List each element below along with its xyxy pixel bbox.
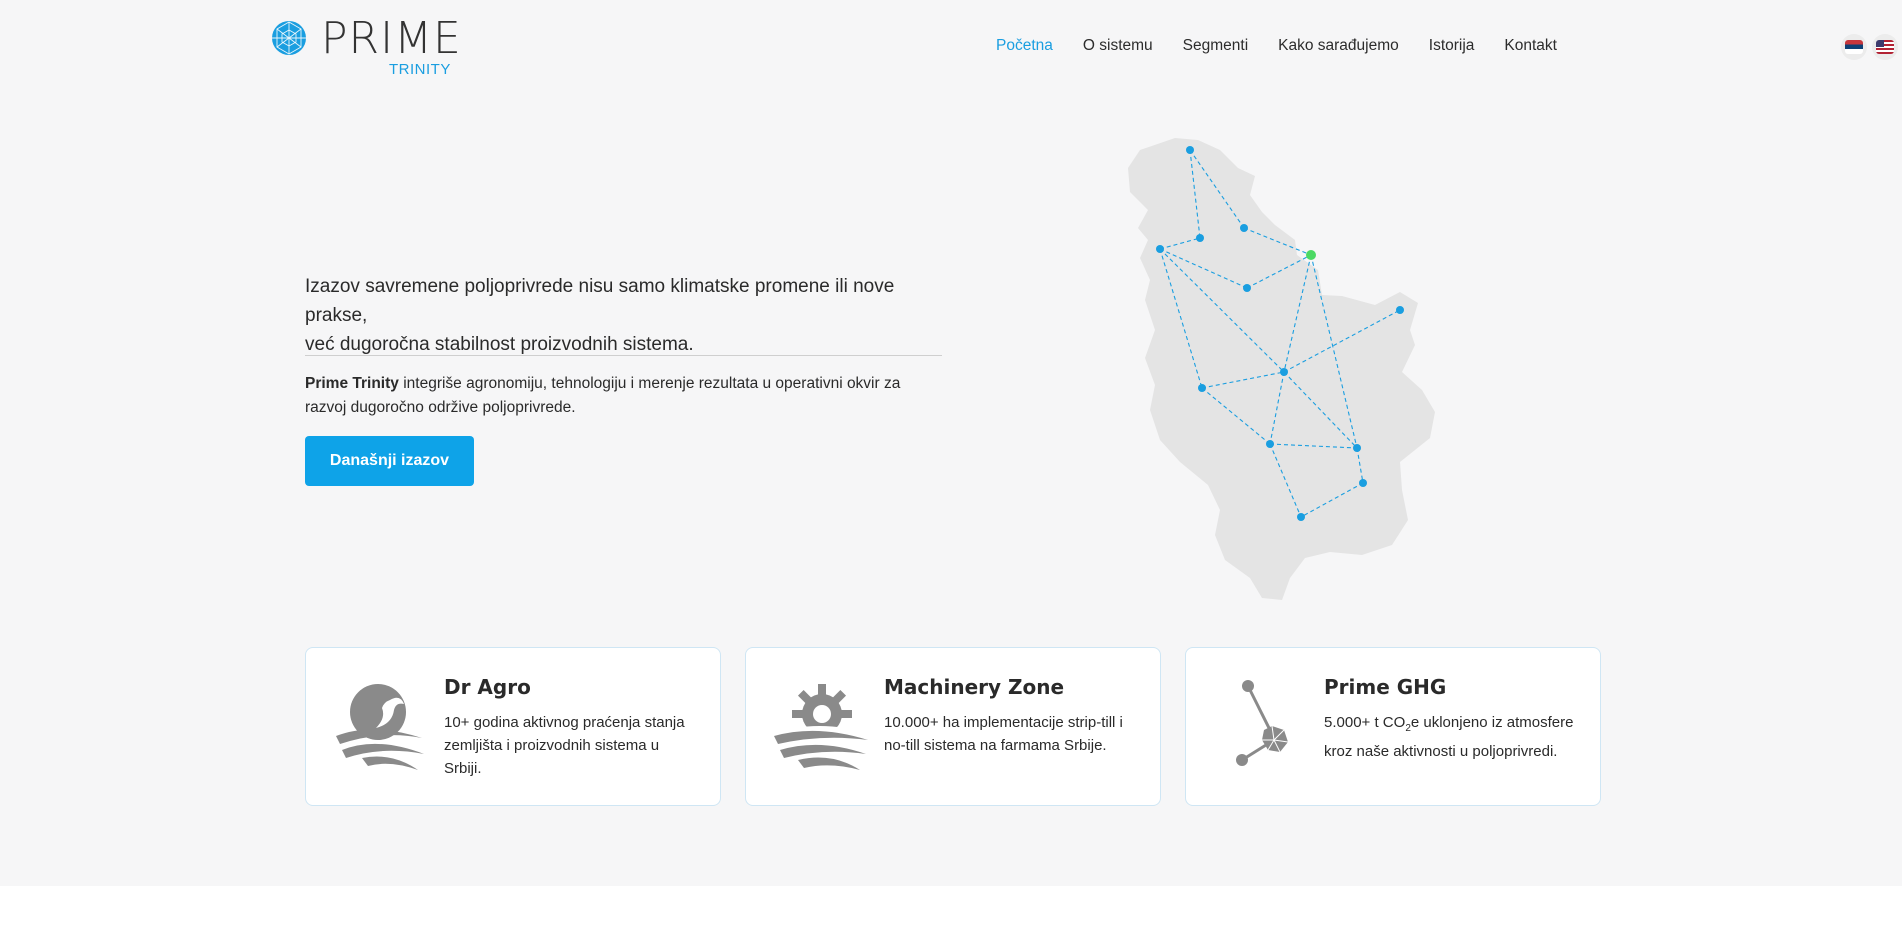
danasnji-izazov-button[interactable]: Današnji izazov bbox=[305, 436, 474, 486]
nav-item-segmenti[interactable]: Segmenti bbox=[1183, 37, 1248, 55]
globe-logo-icon bbox=[272, 21, 306, 55]
card-machinery-zone[interactable]: Machinery Zone 10.000+ ha implementacije… bbox=[745, 647, 1161, 806]
map-node bbox=[1240, 224, 1248, 232]
page: PRIME TRINITY Početna O sistemu Segmenti… bbox=[0, 0, 1902, 947]
hero-body: Prime Trinity integriše agronomiju, tehn… bbox=[305, 372, 945, 420]
hero-lead-line-1: Izazov savremene poljoprivrede nisu samo… bbox=[305, 276, 895, 326]
map-node bbox=[1353, 444, 1361, 452]
card-desc-pre: 5.000+ t CO bbox=[1324, 714, 1406, 731]
hero-divider bbox=[305, 355, 942, 356]
map-node bbox=[1196, 234, 1204, 242]
hero-body-brand: Prime Trinity bbox=[305, 375, 399, 392]
map-node bbox=[1186, 146, 1194, 154]
main-nav: Početna O sistemu Segmenti Kako sarađuje… bbox=[996, 37, 1587, 55]
map-node bbox=[1359, 479, 1367, 487]
nav-item-istorija[interactable]: Istorija bbox=[1429, 37, 1475, 55]
carbon-molecule-icon bbox=[1236, 680, 1289, 766]
logo[interactable]: PRIME TRINITY bbox=[271, 13, 462, 79]
map-node-highlight bbox=[1306, 250, 1316, 260]
nav-item-o-sistemu[interactable]: O sistemu bbox=[1083, 37, 1153, 55]
map-node bbox=[1396, 306, 1404, 314]
map-node bbox=[1243, 284, 1251, 292]
logo-prime-text: PRIME bbox=[321, 13, 462, 64]
hero-lead: Izazov savremene poljoprivrede nisu samo… bbox=[305, 272, 945, 359]
nav-item-pocetna[interactable]: Početna bbox=[996, 37, 1053, 55]
serbian-flag-icon[interactable] bbox=[1841, 34, 1867, 60]
nav-item-kontakt[interactable]: Kontakt bbox=[1504, 37, 1557, 55]
language-switcher bbox=[1841, 34, 1902, 60]
map-node bbox=[1156, 245, 1164, 253]
card-title: Prime GHG bbox=[1324, 675, 1447, 699]
map-node bbox=[1198, 384, 1206, 392]
gear-field-icon bbox=[772, 684, 872, 770]
card-description: 5.000+ t CO2e uklonjeno iz atmosfere kro… bbox=[1324, 711, 1574, 763]
card-prime-ghg[interactable]: Prime GHG 5.000+ t CO2e uklonjeno iz atm… bbox=[1185, 647, 1601, 806]
card-title: Machinery Zone bbox=[884, 675, 1065, 699]
map-node bbox=[1297, 513, 1305, 521]
nav-item-kako-saradjujemo[interactable]: Kako sarađujemo bbox=[1278, 37, 1399, 55]
logo-trinity-text: TRINITY bbox=[389, 61, 451, 78]
map-node bbox=[1266, 440, 1274, 448]
card-dr-agro[interactable]: Dr Agro 10+ godina aktivnog praćenja sta… bbox=[305, 647, 721, 806]
farm-bird-icon bbox=[336, 684, 424, 770]
logo-wordmark: PRIME TRINITY bbox=[321, 13, 462, 79]
card-description: 10.000+ ha implementacije strip-till i n… bbox=[884, 714, 1123, 754]
serbia-network-map bbox=[1128, 138, 1435, 600]
card-description: 10+ godina aktivnog praćenja stanja zeml… bbox=[444, 714, 685, 777]
card-title: Dr Agro bbox=[444, 675, 531, 699]
map-node bbox=[1280, 368, 1288, 376]
us-flag-icon[interactable] bbox=[1872, 34, 1898, 60]
